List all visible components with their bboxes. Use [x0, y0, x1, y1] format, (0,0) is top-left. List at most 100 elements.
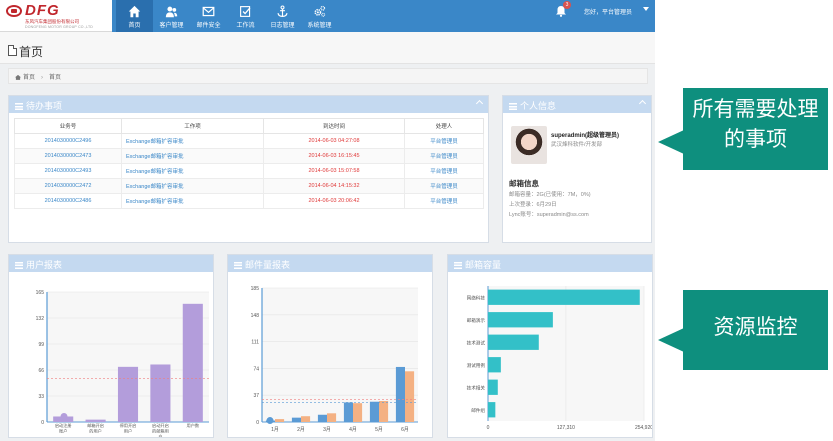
user-menu[interactable]: 您好，平台管理员 [584, 7, 632, 16]
chart-bar [150, 364, 171, 422]
mailbox-capacity-panel: 邮箱容量 0 127,310 254,920 网络科技 邮箱演示 技术测试 测试用例 技术相关… [447, 254, 653, 438]
business-no-link[interactable]: 2014030000C2486 [14, 193, 122, 209]
todo-table: 业务号 工作项 到达时间 处理人 2014030000C2496 Exchang… [14, 118, 484, 209]
y-tick-label: 33 [38, 394, 44, 400]
y-tick-label: 网络科技 [467, 294, 486, 301]
table-row[interactable]: 2014030000C2496 Exchange邮箱扩容审批 2014-06-0… [14, 133, 484, 149]
chart-bar [301, 416, 311, 422]
x-tick-label: 1月 [271, 427, 279, 433]
chart-bar [327, 413, 337, 422]
nav-label: 客户管理 [159, 23, 184, 29]
business-no-link[interactable]: 2014030000C2473 [14, 148, 122, 164]
data-point-marker [60, 412, 68, 420]
chart-bar [488, 379, 498, 395]
y-tick-label: 185 [251, 286, 260, 292]
data-point-marker [266, 417, 274, 425]
breadcrumb-separator: › [41, 75, 44, 81]
handler-link[interactable]: 平台管理员 [404, 163, 484, 179]
y-tick-label: 邮箱演示 [467, 317, 486, 324]
business-no-link[interactable]: 2014030000C2472 [14, 178, 122, 194]
mailbox-capacity-header: 邮箱容量 [448, 255, 652, 272]
chart-bar [488, 334, 539, 350]
main-nav: 首页 客户管理 邮件安全 工作流 日志管理 系统管理 [116, 0, 338, 32]
chart-bar [343, 402, 353, 422]
last-login: 上次登录：6月29日 [509, 202, 557, 208]
chart-bar [182, 303, 203, 422]
work-item-link[interactable]: Exchange邮箱扩容审批 [121, 163, 264, 179]
chart-bar [488, 357, 501, 373]
column-header[interactable]: 工作项 [121, 118, 264, 134]
logo[interactable]: DFG 东风汽车集团股份有限公司 DONGFENG MOTOR GROUP CO… [0, 0, 112, 32]
list-icon [15, 103, 23, 110]
nav-item-workflow[interactable]: 工作流 [227, 0, 264, 32]
x-tick-label: 的用户 [89, 428, 102, 435]
x-tick-label: 用户 [124, 428, 132, 435]
chart-bar [291, 417, 301, 422]
mail-volume-chart: 0 37 74 111 148 185 1月 2月 3月 4月 5月 6月 [251, 286, 418, 433]
table-row[interactable]: 2014030000C2473 Exchange邮箱扩容审批 2014-06-0… [14, 148, 484, 164]
nav-item-logs[interactable]: 日志管理 [264, 0, 301, 32]
work-item-link[interactable]: Exchange邮箱扩容审批 [121, 148, 264, 164]
handler-link[interactable]: 平台管理员 [404, 178, 484, 194]
caret-down-icon[interactable] [643, 7, 649, 11]
profile-panel-title: 个人信息 [520, 101, 557, 111]
chart-bar [405, 371, 415, 422]
work-item-link[interactable]: Exchange邮箱扩容审批 [121, 133, 264, 149]
mail-icon [202, 6, 215, 17]
logo-text: DFG [25, 2, 60, 19]
nav-item-mail-security[interactable]: 邮件安全 [190, 0, 227, 32]
table-row[interactable]: 2014030000C2493 Exchange邮箱扩容审批 2014-06-0… [14, 163, 484, 179]
collapse-icon[interactable] [475, 99, 484, 108]
arrival-time: 2014-06-03 15:07:58 [263, 163, 405, 179]
gears-icon [314, 5, 326, 17]
nav-item-home[interactable]: 首页 [116, 0, 153, 32]
y-tick-label: 74 [253, 366, 259, 372]
x-tick-label: 6月 [401, 427, 409, 433]
user-report-chart: 0336699132165启动注册账户邮箱开启的用户停用开启用户启动开启的邮箱用… [36, 290, 209, 440]
todo-panel-header: 待办事项 [9, 96, 488, 113]
breadcrumb: 首页 › 首页 [8, 68, 648, 84]
list-icon [509, 103, 517, 110]
y-tick-label: 0 [256, 420, 259, 426]
x-tick-label: 5月 [375, 427, 383, 433]
work-item-link[interactable]: Exchange邮箱扩容审批 [121, 178, 264, 194]
y-tick-label: 技术测试 [467, 339, 486, 346]
callout-arrow [658, 328, 684, 352]
user-report-header: 用户报表 [9, 255, 213, 272]
y-tick-label: 测试用例 [467, 362, 486, 369]
chart-bar [117, 366, 139, 422]
nav-label: 系统管理 [307, 23, 332, 29]
work-item-link[interactable]: Exchange邮箱扩容审批 [121, 193, 264, 209]
x-tick-label: 0 [487, 425, 490, 431]
avatar[interactable] [511, 126, 547, 164]
collapse-icon[interactable] [638, 99, 647, 108]
page-header: 首页 [0, 32, 655, 64]
x-tick-label: 4月 [349, 427, 357, 433]
nav-item-system[interactable]: 系统管理 [301, 0, 338, 32]
nav-item-customers[interactable]: 客户管理 [153, 0, 190, 32]
chart-bar [379, 400, 389, 422]
table-row[interactable]: 2014030000C2486 Exchange邮箱扩容审批 2014-06-0… [14, 193, 484, 209]
mail-report-panel: 邮件量报表 0 37 74 111 148 185 1月 2月 3月 4月 5月 6月 [227, 254, 433, 438]
y-tick-label: 165 [36, 290, 45, 296]
callout-monitor: 资源监控 [683, 290, 828, 370]
anchor-icon [277, 5, 288, 17]
handler-link[interactable]: 平台管理员 [404, 133, 484, 149]
business-no-link[interactable]: 2014030000C2496 [14, 133, 122, 149]
lync-account: Lync账号：superadmin@ss.com [509, 212, 589, 218]
column-header[interactable]: 处理人 [404, 118, 484, 134]
column-header[interactable]: 业务号 [14, 118, 122, 134]
breadcrumb-item-home[interactable]: 首页 [23, 75, 35, 81]
business-no-link[interactable]: 2014030000C2493 [14, 163, 122, 179]
chart-bar [488, 402, 496, 418]
column-header[interactable]: 到达时间 [263, 118, 405, 134]
profile-panel-header: 个人信息 [503, 96, 651, 113]
handler-link[interactable]: 平台管理员 [404, 148, 484, 164]
user-report-panel: 用户报表 0 33 66 99 132 165 启动注册 账户 邮箱开启 的用户 停用开启 用户 启动开… [8, 254, 214, 440]
y-tick-label: 99 [38, 342, 44, 348]
y-tick-label: 111 [251, 340, 259, 346]
handler-link[interactable]: 平台管理员 [404, 193, 484, 209]
mail-quota: 邮箱容量：2G(已使用：7M，0%) [509, 192, 591, 198]
y-tick-label: 66 [38, 368, 44, 374]
table-row[interactable]: 2014030000C2472 Exchange邮箱扩容审批 2014-06-0… [14, 178, 484, 194]
